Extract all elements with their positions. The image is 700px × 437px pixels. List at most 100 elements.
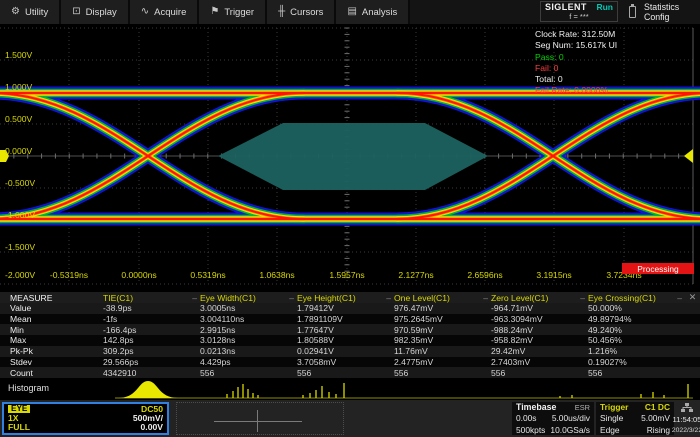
menu-item-acquire[interactable]: ∿ Acquire xyxy=(130,0,200,24)
timebase-memory: 500kpts xyxy=(516,426,545,434)
measure-value: 975.2645mV xyxy=(394,314,491,324)
channel-offset: 0.00V xyxy=(141,423,163,432)
histogram-label: Histogram xyxy=(8,383,49,393)
measure-value: 4.429ps xyxy=(200,357,297,367)
measure-table-header: MEASURETIE(C1)–Eye Width(C1)–Eye Height(… xyxy=(0,292,700,303)
measure-row-label: Max xyxy=(0,335,103,345)
display-icon: ⊡ xyxy=(72,7,80,17)
crosshair-icon xyxy=(214,421,302,422)
cursors-icon: ╫ xyxy=(278,7,285,17)
measure-row-label: Pk-Pk xyxy=(0,346,103,356)
measure-column-header: TIE(C1)– xyxy=(103,293,200,303)
timebase-scale: 5.00us/div xyxy=(552,414,590,422)
measure-value: 3.0128ns xyxy=(200,335,297,345)
info-line: Total: 0 xyxy=(535,74,617,85)
eye-diagram-plot[interactable]: Clock Rate: 312.50MSeg Num: 15.617k UIPa… xyxy=(0,24,700,292)
empty-descriptor-slot xyxy=(176,402,344,435)
oscilloscope-screen: ⚙ Utility ⊡Display ∿ Acquire ⚑ Trigger ╫ Cursors… xyxy=(0,0,700,437)
gear-icon: ⚙ xyxy=(11,7,20,17)
info-line: Fail: 0 xyxy=(535,63,617,74)
menu-item-utility[interactable]: ⚙ Utility xyxy=(0,0,61,24)
axis-label: 0.500V xyxy=(5,114,32,124)
column-separator: – xyxy=(677,293,685,303)
brand-box: SIGLENT Run f = *** xyxy=(540,1,618,22)
timebase-title: Timebase xyxy=(516,403,556,412)
axis-label: 2.6596ns xyxy=(455,270,515,280)
measure-row-label: Value xyxy=(0,303,103,313)
measure-value: 0.0213ns xyxy=(200,346,297,356)
trigger-sweep: Single xyxy=(600,414,623,422)
menu-bar: ⚙ Utility ⊡Display ∿ Acquire ⚑ Trigger ╫ Cursors… xyxy=(0,0,700,24)
measure-column-header: Eye Crossing(C1) – xyxy=(588,293,685,303)
info-line: Seg Num: 15.617k UI xyxy=(535,40,617,51)
measure-row-mean: Mean-1fs3.004110ns1.7891109V975.2645mV-9… xyxy=(0,314,700,325)
measure-value: 142.8ps xyxy=(103,335,200,345)
column-separator: – xyxy=(192,293,200,303)
measure-column-label: One Level(C1) xyxy=(394,293,450,303)
measure-row-label: Mean xyxy=(0,314,103,324)
measure-value: -166.4ps xyxy=(103,325,200,335)
info-line: Pass: 0 xyxy=(535,52,617,63)
measure-value: -38.9ps xyxy=(103,303,200,313)
measure-value: 556 xyxy=(200,368,297,378)
timebase-panel[interactable]: Timebase ESR 0.00s 5.00us/div 500kpts 10… xyxy=(512,402,594,435)
trigger-title: Trigger xyxy=(600,403,628,411)
axis-label: 0.5319ns xyxy=(178,270,238,280)
measure-value: 3.7058mV xyxy=(297,357,394,367)
axis-label: 1.000V xyxy=(5,82,32,92)
clock-area: 11:54:05 2022/3/22 xyxy=(674,402,700,435)
trigger-level: 5.00mV xyxy=(641,414,670,422)
measure-value: -964.71mV xyxy=(491,303,588,313)
trigger-type: Edge xyxy=(600,426,620,434)
statistics-config-button[interactable]: Statistics Config xyxy=(644,0,700,24)
measure-value: 556 xyxy=(297,368,394,378)
axis-label: -1.500V xyxy=(5,242,35,252)
menu-item-label: Analysis xyxy=(362,7,397,18)
menu-item-trigger[interactable]: ⚑ Trigger xyxy=(199,0,267,24)
measure-value: 29.42mV xyxy=(491,346,588,356)
menu-item-cursors[interactable]: ╫ Cursors xyxy=(267,0,336,24)
channel-mode-chip: EYE xyxy=(8,405,30,413)
crosshair-icon xyxy=(257,410,258,432)
menu-item-display[interactable]: ⊡Display xyxy=(61,0,130,24)
histogram-canvas xyxy=(0,378,700,400)
menu-items: ⚙ Utility ⊡Display ∿ Acquire ⚑ Trigger ╫ Cursors… xyxy=(0,0,410,24)
menu-item-label: Cursors xyxy=(290,7,323,18)
measure-value: -988.24mV xyxy=(491,325,588,335)
measure-value: 1.7891109V xyxy=(297,314,394,324)
axis-label: 0.000V xyxy=(5,146,32,156)
axis-label: -2.000V xyxy=(5,270,35,280)
channel-descriptor-c1[interactable]: EYE DC50 1X 500mV/ FULL 0.00V xyxy=(2,402,169,435)
measure-row-count: Count4342910556556556556556 xyxy=(0,367,700,378)
measure-column-header: Eye Width(C1)– xyxy=(200,293,297,303)
run-status[interactable]: Run xyxy=(596,3,613,12)
trigger-source: C1 DC xyxy=(645,403,670,411)
eye-statistics-overlay: Clock Rate: 312.50MSeg Num: 15.617k UIPa… xyxy=(535,29,617,97)
measure-value: 982.35mV xyxy=(394,335,491,345)
menu-item-label: Utility xyxy=(25,7,48,18)
measure-row-label: Stdev xyxy=(0,357,103,367)
measure-column-header: Zero Level(C1)– xyxy=(491,293,588,303)
measure-value: -963.3094mV xyxy=(491,314,588,324)
measure-row-label: Count xyxy=(0,368,103,378)
trigger-panel[interactable]: Trigger C1 DC Single 5.00mV Edge Rising xyxy=(596,402,674,435)
menu-item-label: Acquire xyxy=(154,7,186,18)
axis-label: -1.000V xyxy=(5,210,35,220)
measure-table: MEASURETIE(C1)–Eye Width(C1)–Eye Height(… xyxy=(0,292,700,378)
flag-icon: ⚑ xyxy=(210,7,219,17)
clock-time: 11:54:05 xyxy=(673,415,700,424)
measure-value: 11.76mV xyxy=(394,346,491,356)
acquire-icon: ∿ xyxy=(141,7,149,17)
info-line: Fail Rate: 0.0000% xyxy=(535,85,617,96)
measure-column-label: Eye Crossing(C1) xyxy=(588,293,656,303)
measure-value: 556 xyxy=(491,368,588,378)
measure-value: 556 xyxy=(394,368,491,378)
measure-column-header: Eye Height(C1)– xyxy=(297,293,394,303)
menu-item-label: Trigger xyxy=(224,7,254,18)
measure-value: 1.216% xyxy=(588,346,685,356)
menu-item-analysis[interactable]: ▤ Analysis xyxy=(336,0,410,24)
network-icon xyxy=(681,403,693,412)
close-measure-button[interactable]: ✕ xyxy=(685,292,700,303)
analysis-icon: ▤ xyxy=(347,7,356,17)
trigger-level-marker[interactable] xyxy=(684,149,693,163)
